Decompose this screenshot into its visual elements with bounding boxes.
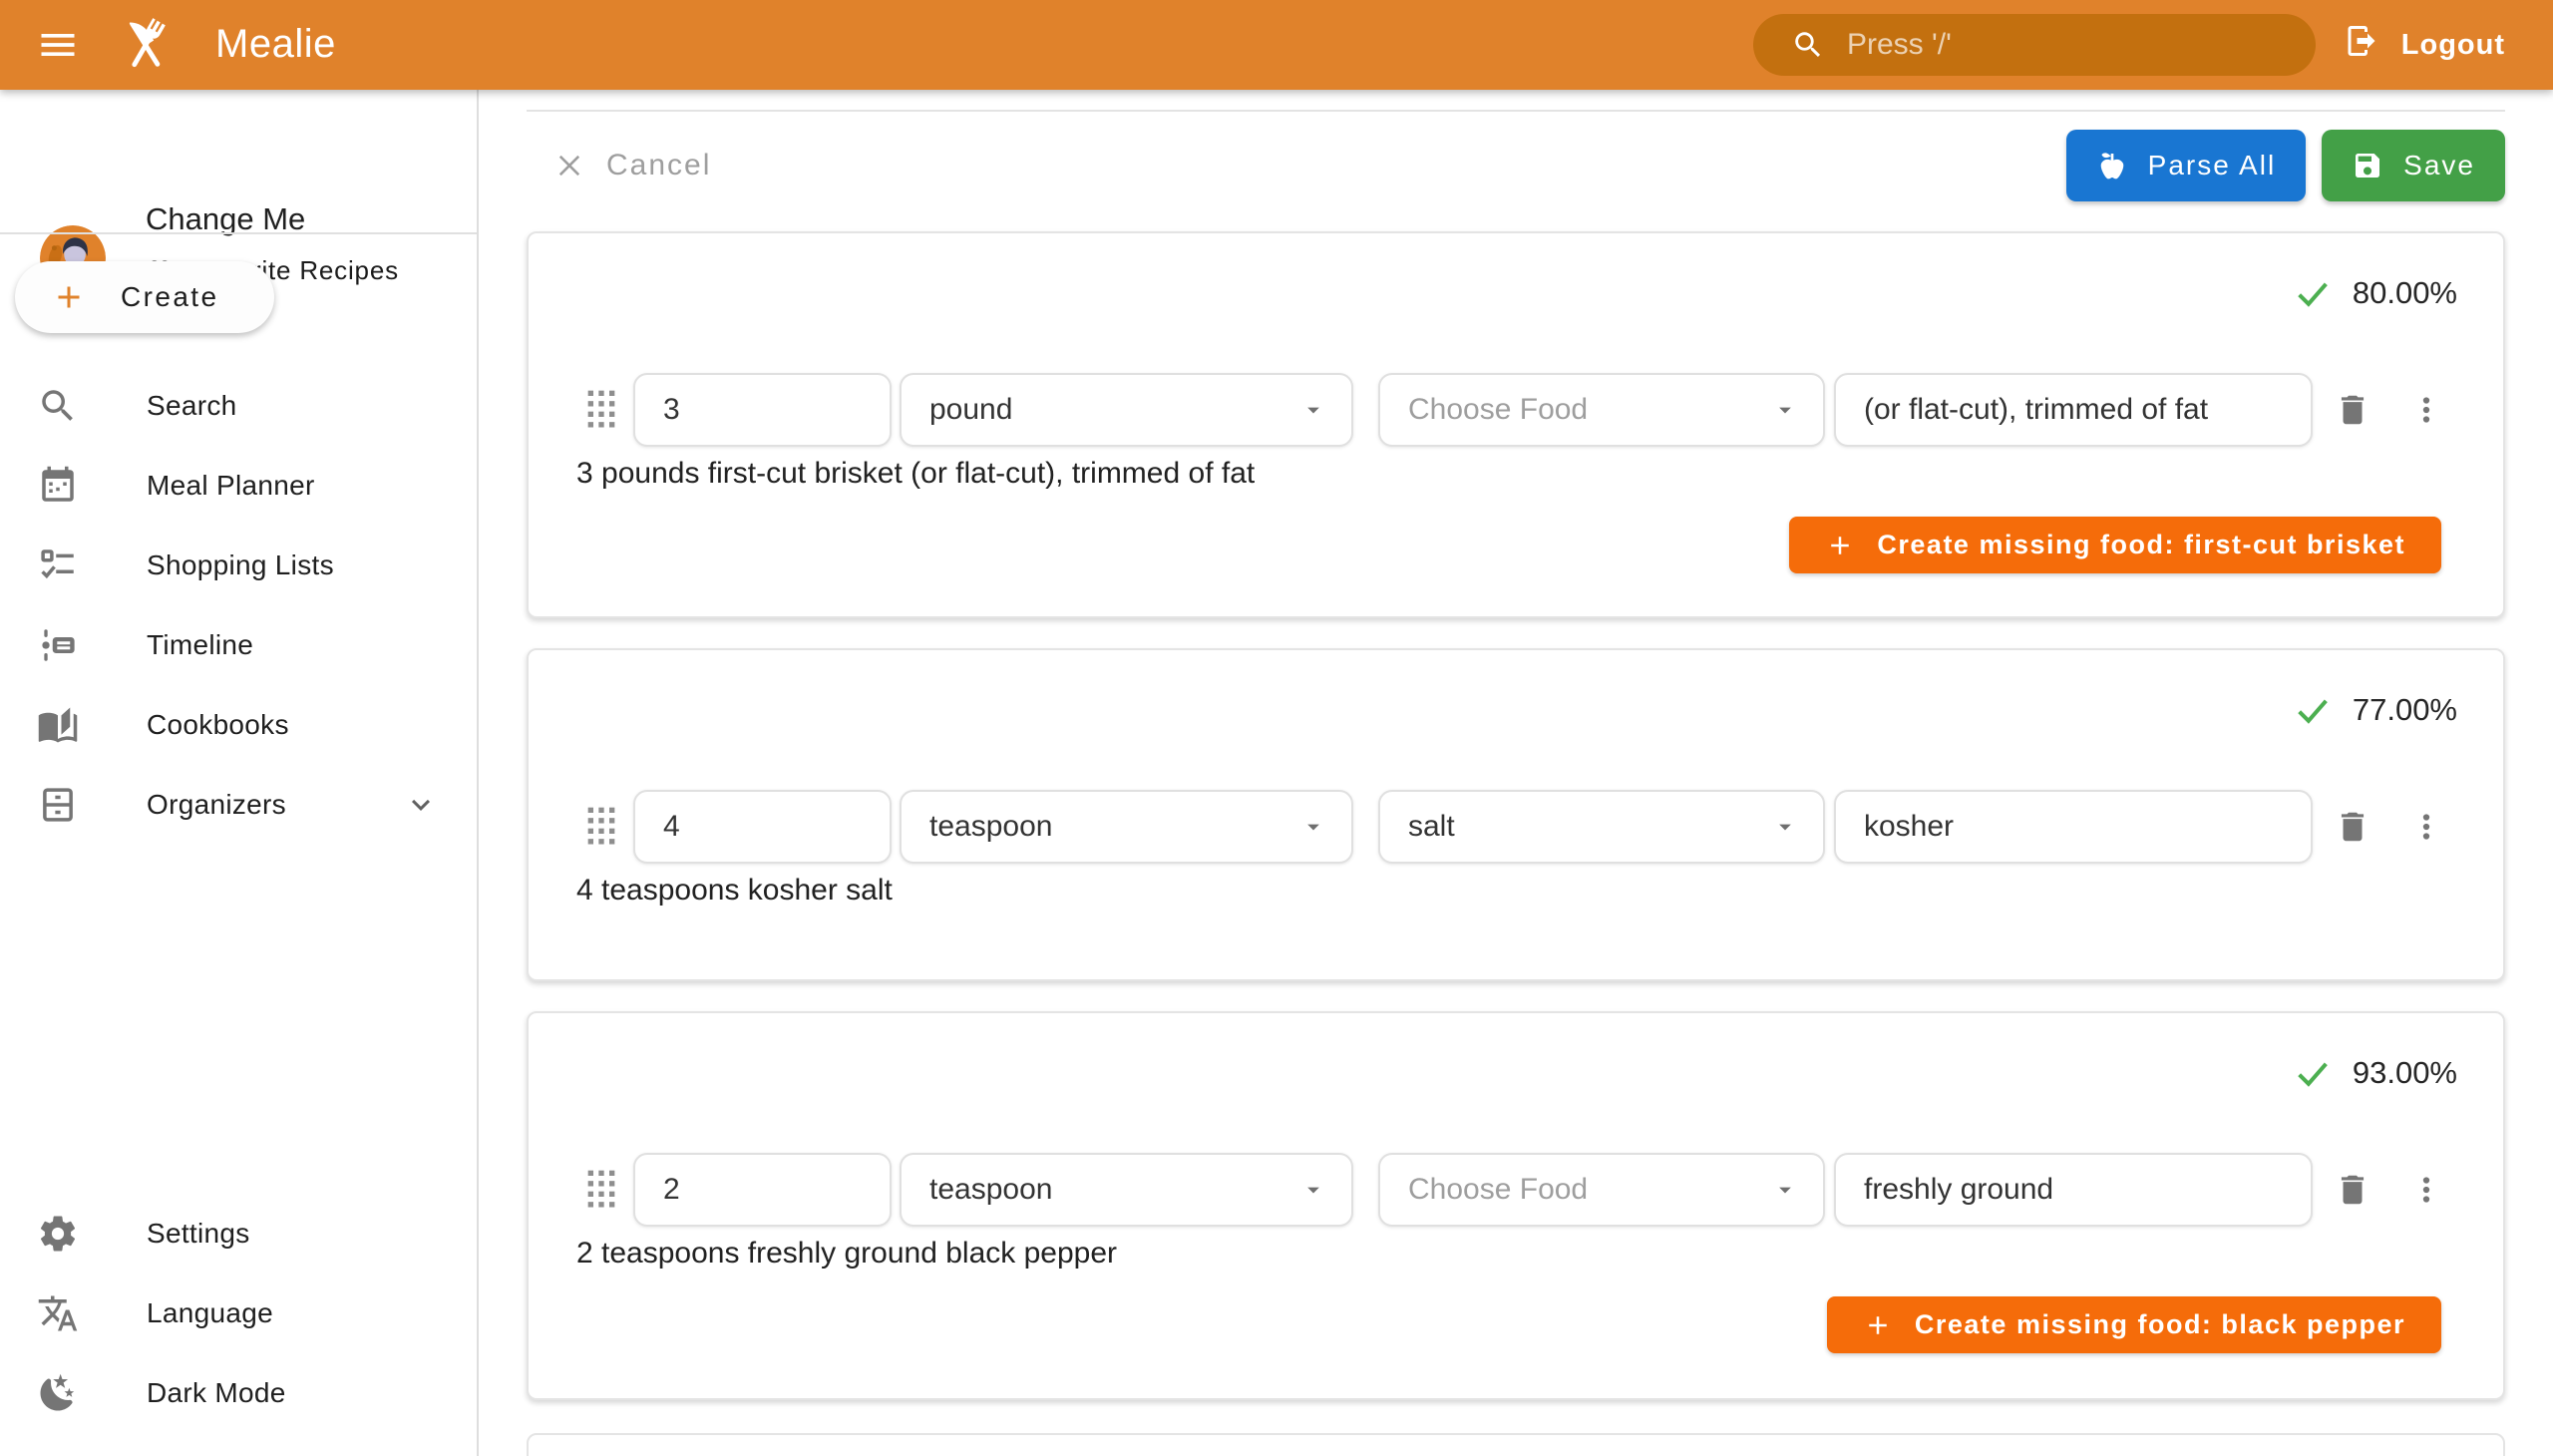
ingredient-card: 93.00% teaspoon Choose Food: [527, 1011, 2505, 1400]
confidence-indicator: 93.00%: [2293, 1053, 2457, 1093]
delete-button[interactable]: [2329, 386, 2376, 434]
note-input[interactable]: [1834, 373, 2313, 447]
logout-button[interactable]: Logout: [2344, 0, 2505, 90]
more-menu-button[interactable]: [2402, 1166, 2450, 1214]
app-title: Mealie: [215, 22, 336, 67]
delete-button[interactable]: [2329, 1166, 2376, 1214]
more-menu-button[interactable]: [2402, 803, 2450, 851]
plus-icon: [1825, 531, 1855, 560]
note-input[interactable]: [1834, 790, 2313, 864]
original-ingredient-text: 4 teaspoons kosher salt: [576, 874, 893, 908]
food-select[interactable]: Choose Food: [1378, 373, 1825, 447]
plus-icon: [1863, 1310, 1893, 1340]
calendar-icon: [37, 465, 79, 507]
plus-icon: [51, 279, 87, 315]
timeline-icon: [37, 624, 79, 666]
dropdown-arrow-icon: [1771, 396, 1799, 424]
dropdown-arrow-icon: [1299, 396, 1327, 424]
search-icon: [1791, 28, 1825, 62]
hamburger-icon: [36, 55, 80, 70]
quantity-input[interactable]: [633, 790, 892, 864]
main-content: Cancel Parse All Save 80.00%: [481, 90, 2553, 1456]
sidebar-item-timeline[interactable]: Timeline: [0, 605, 477, 685]
close-icon: [552, 149, 586, 182]
dropdown-arrow-icon: [1299, 813, 1327, 841]
unit-select[interactable]: teaspoon: [900, 1153, 1353, 1227]
ingredient-card: 77.00% teaspoon salt: [527, 648, 2505, 981]
drag-handle-icon[interactable]: [586, 806, 616, 848]
search-icon: [37, 385, 79, 427]
chevron-down-icon: [403, 787, 439, 823]
sidebar-item-organizers[interactable]: Organizers: [0, 765, 477, 845]
trash-icon: [2334, 391, 2371, 429]
confidence-indicator: 77.00%: [2293, 690, 2457, 730]
ingredient-card-partial: [527, 1433, 2505, 1456]
sidebar-divider: [0, 232, 477, 234]
create-missing-food-button[interactable]: Create missing food: first-cut brisket: [1789, 517, 2441, 573]
drawer-icon: [37, 784, 79, 826]
create-label: Create: [121, 281, 218, 313]
checklist-icon: [37, 545, 79, 586]
cancel-button[interactable]: Cancel: [552, 149, 711, 182]
sidebar-item-dark-mode[interactable]: Dark Mode: [0, 1353, 477, 1433]
drag-handle-icon[interactable]: [586, 389, 616, 431]
check-icon: [2293, 690, 2333, 730]
note-input[interactable]: [1834, 1153, 2313, 1227]
search-input[interactable]: [1847, 28, 2288, 62]
delete-button[interactable]: [2329, 803, 2376, 851]
kebab-icon: [2407, 808, 2445, 846]
moon-stars-icon: [37, 1372, 79, 1414]
dropdown-arrow-icon: [1771, 1176, 1799, 1204]
gear-icon: [37, 1213, 79, 1255]
confidence-value: 80.00%: [2353, 275, 2457, 311]
confidence-value: 93.00%: [2353, 1055, 2457, 1091]
sidebar-bottom-nav: Settings Language Dark Mode: [0, 1194, 477, 1433]
check-icon: [2293, 1053, 2333, 1093]
sidebar-item-settings[interactable]: Settings: [0, 1194, 477, 1274]
ingredient-card: 80.00% pound Choose Food: [527, 231, 2505, 618]
kebab-icon: [2407, 1171, 2445, 1209]
quantity-input[interactable]: [633, 373, 892, 447]
sidebar-item-search[interactable]: Search: [0, 366, 477, 446]
dropdown-arrow-icon: [1771, 813, 1799, 841]
check-icon: [2293, 273, 2333, 313]
confidence-value: 77.00%: [2353, 692, 2457, 728]
more-menu-button[interactable]: [2402, 386, 2450, 434]
create-missing-food-button[interactable]: Create missing food: black pepper: [1827, 1296, 2441, 1353]
trash-icon: [2334, 808, 2371, 846]
original-ingredient-text: 2 teaspoons freshly ground black pepper: [576, 1237, 1117, 1271]
global-search[interactable]: [1753, 14, 2316, 76]
kebab-icon: [2407, 391, 2445, 429]
confidence-indicator: 80.00%: [2293, 273, 2457, 313]
trash-icon: [2334, 1171, 2371, 1209]
logout-label: Logout: [2401, 29, 2505, 62]
sidebar-item-meal-planner[interactable]: Meal Planner: [0, 446, 477, 526]
logout-icon: [2344, 23, 2379, 67]
app-bar: Mealie Logout: [0, 0, 2553, 90]
sidebar: Change Me Favorite Recipes Create Search…: [0, 90, 479, 1456]
unit-select[interactable]: pound: [900, 373, 1353, 447]
original-ingredient-text: 3 pounds first-cut brisket (or flat-cut)…: [576, 457, 1255, 491]
sidebar-nav: Search Meal Planner Shopping Lists: [0, 366, 477, 845]
sidebar-item-shopping-lists[interactable]: Shopping Lists: [0, 526, 477, 605]
apple-icon: [2096, 150, 2128, 182]
create-button[interactable]: Create: [15, 261, 274, 333]
dropdown-arrow-icon: [1299, 1176, 1327, 1204]
mealie-logo-icon: [112, 11, 180, 79]
translate-icon: [37, 1292, 79, 1334]
quantity-input[interactable]: [633, 1153, 892, 1227]
hamburger-menu-button[interactable]: [36, 23, 80, 67]
sidebar-item-language[interactable]: Language: [0, 1274, 477, 1353]
food-select[interactable]: salt: [1378, 790, 1825, 864]
parser-toolbar: Cancel Parse All Save: [527, 110, 2505, 201]
book-open-icon: [37, 704, 79, 746]
food-select[interactable]: Choose Food: [1378, 1153, 1825, 1227]
unit-select[interactable]: teaspoon: [900, 790, 1353, 864]
drag-handle-icon[interactable]: [586, 1169, 616, 1211]
save-button[interactable]: Save: [2322, 130, 2505, 201]
parse-all-button[interactable]: Parse All: [2066, 130, 2307, 201]
save-icon: [2352, 150, 2383, 182]
sidebar-item-cookbooks[interactable]: Cookbooks: [0, 685, 477, 765]
